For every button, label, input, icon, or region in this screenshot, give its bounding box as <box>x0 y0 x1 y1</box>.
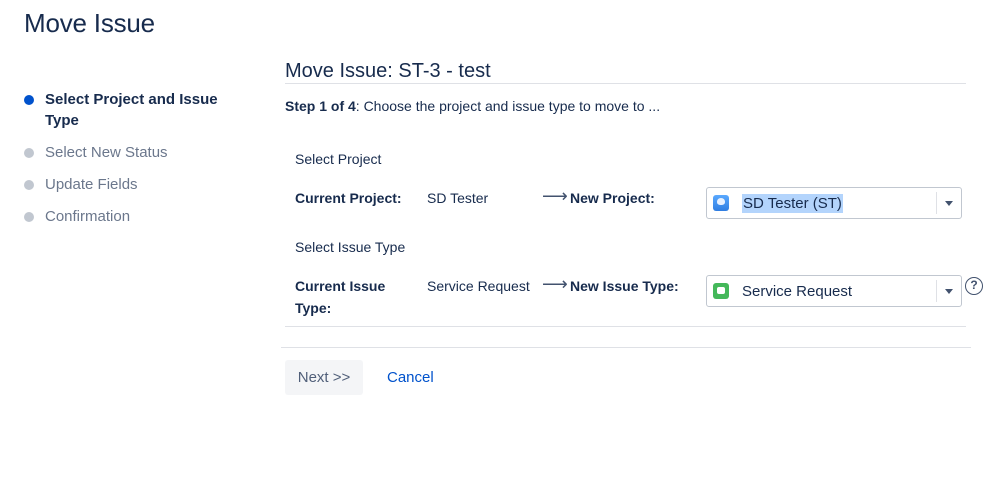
step-counter: Step 1 of 4 <box>285 98 356 114</box>
current-issue-type-label: Current Issue Type: <box>295 278 386 316</box>
step-dot-icon <box>24 180 34 190</box>
current-project-label: Current Project: <box>295 190 402 206</box>
step-item-select-project: Select Project and Issue Type <box>24 89 244 131</box>
divider <box>281 347 971 348</box>
cancel-link[interactable]: Cancel <box>387 368 434 388</box>
current-issue-type-value: Service Request <box>427 278 530 294</box>
new-project-select[interactable]: SD Tester (ST) <box>706 187 962 219</box>
select-divider <box>936 280 937 302</box>
step-list: Select Project and Issue Type Select New… <box>24 89 244 238</box>
service-request-icon <box>713 283 729 299</box>
current-project-value: SD Tester <box>427 190 489 206</box>
project-avatar-icon <box>713 195 729 211</box>
step-label: Select Project and Issue Type <box>45 91 218 129</box>
active-step-dot-icon <box>24 95 34 105</box>
chevron-down-icon[interactable] <box>945 201 953 206</box>
step-item-confirmation: Confirmation <box>24 206 244 227</box>
step-description: Step 1 of 4: Choose the project and issu… <box>285 98 971 114</box>
divider <box>285 326 966 327</box>
select-issue-type-heading: Select Issue Type <box>295 239 406 255</box>
arrow-right-icon: ⟶ <box>542 186 568 206</box>
arrow-right-icon: ⟶ <box>542 274 568 294</box>
step-dot-icon <box>24 212 34 222</box>
new-project-selected-value: SD Tester (ST) <box>742 194 843 213</box>
step-dot-icon <box>24 148 34 158</box>
form-title: Move Issue: ST-3 - test <box>285 60 966 84</box>
new-project-label: New Project: <box>570 190 655 206</box>
step-item-select-status: Select New Status <box>24 142 244 163</box>
next-button[interactable]: Next >> <box>285 360 363 395</box>
step-item-update-fields: Update Fields <box>24 174 244 195</box>
new-issue-type-selected-value: Service Request <box>742 283 853 300</box>
new-issue-type-label: New Issue Type: <box>570 278 679 294</box>
select-divider <box>936 192 937 214</box>
step-label: Confirmation <box>45 208 131 225</box>
chevron-down-icon[interactable] <box>945 289 953 294</box>
step-label: Update Fields <box>45 176 138 193</box>
step-instructions: : Choose the project and issue type to m… <box>355 98 661 114</box>
step-label: Select New Status <box>45 144 168 161</box>
select-project-heading: Select Project <box>295 151 382 167</box>
new-issue-type-select[interactable]: Service Request <box>706 275 962 307</box>
help-icon[interactable]: ? <box>965 277 983 295</box>
move-issue-form: Move Issue: ST-3 - test Step 1 of 4: Cho… <box>285 60 971 114</box>
page-title: Move Issue <box>24 8 155 38</box>
